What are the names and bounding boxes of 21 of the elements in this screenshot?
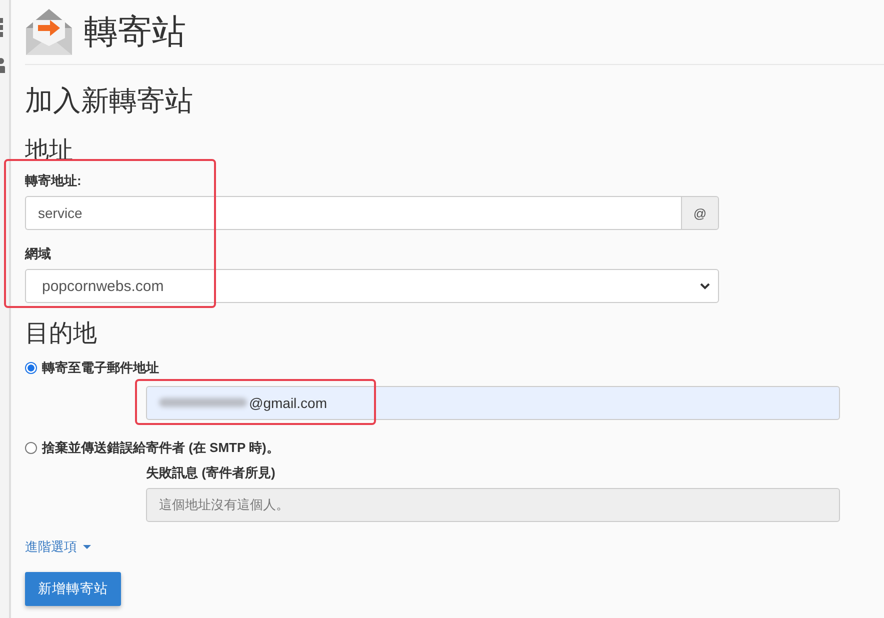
add-forwarder-button[interactable]: 新增轉寄站 [25,572,121,606]
radio-button[interactable] [25,362,37,374]
advanced-options-link[interactable]: 進階選項 [25,538,91,556]
chevron-down-icon [700,282,710,290]
forward-address-input[interactable]: service [25,196,681,230]
users-icon[interactable] [0,58,5,73]
option-label[interactable]: 轉寄至電子郵件地址 [42,360,159,376]
caret-down-icon [83,544,91,549]
section-heading: 目的地 [25,320,97,348]
email-field[interactable]: @gmail.com [146,386,840,420]
field-label: 網域 [25,245,51,264]
domain-select[interactable]: popcornwebs.com [25,269,719,304]
radio-button[interactable] [25,442,37,454]
failure-message-label: 失敗訊息 (寄件者所見) [146,464,276,482]
input-addon: @ [681,196,719,230]
grid-icon[interactable] [0,18,4,38]
page-title: 轉寄站 [84,15,186,49]
page-heading: 加入新轉寄站 [25,86,193,117]
field-label: 轉寄地址: [25,172,82,190]
option-label[interactable]: 捨棄並傳送錯誤給寄件者 (在 SMTP 時)。 [42,440,280,456]
envelope-arrow-icon [25,8,73,56]
